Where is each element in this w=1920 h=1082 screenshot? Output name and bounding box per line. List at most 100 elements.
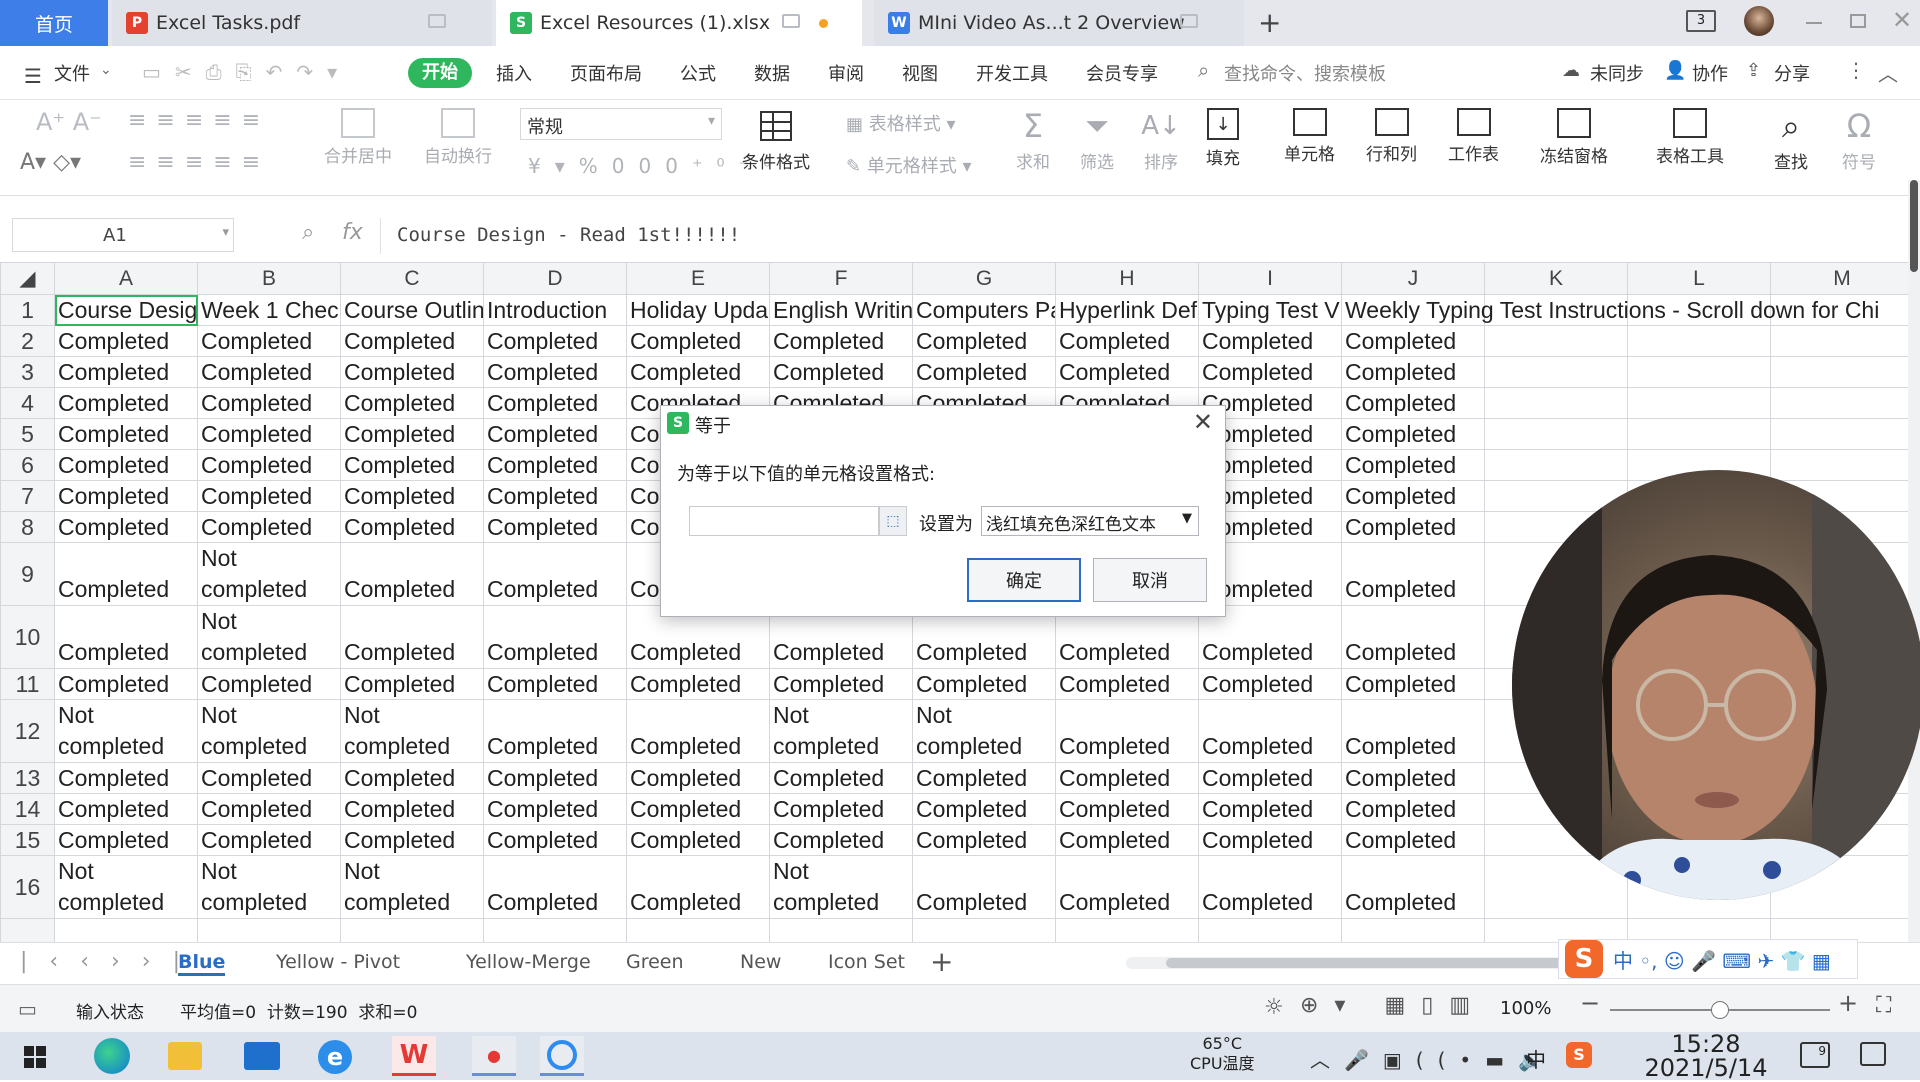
zoom-in-button[interactable]: + (1838, 989, 1858, 1017)
cell-f1[interactable]: English Writin (769, 294, 913, 326)
cell-g13[interactable]: Completed (912, 762, 1056, 794)
cell-d14[interactable]: Completed (483, 793, 627, 825)
align-controls[interactable]: ≡≡≡≡≡ (128, 108, 270, 133)
cell-b1[interactable]: Week 1 Chec (197, 294, 341, 326)
cell-b7[interactable]: Completed (197, 480, 341, 512)
row-header[interactable]: 6 (0, 449, 55, 481)
sheet-tab-green[interactable]: Green (626, 951, 684, 973)
ok-button[interactable]: 确定 (967, 558, 1081, 602)
cell-j17[interactable] (1341, 918, 1485, 942)
cell-d6[interactable]: Completed (483, 449, 627, 481)
menu-formulas[interactable]: 公式 (680, 60, 716, 86)
collab-button[interactable]: 协作 (1692, 60, 1728, 86)
hamburger-icon[interactable]: ☰ (24, 64, 42, 88)
sheet-tab-yellow-pivot[interactable]: Yellow - Pivot (276, 951, 400, 973)
cell-j14[interactable]: Completed (1341, 793, 1485, 825)
name-box[interactable]: A1 ▾ (12, 218, 234, 252)
row-header[interactable]: 8 (0, 511, 55, 543)
cell-a15[interactable]: Completed (54, 824, 198, 856)
font-color-icon[interactable]: A▾ ◇▾ (20, 150, 81, 175)
cell-g16[interactable]: Completed (912, 855, 1056, 919)
cell-d17[interactable] (483, 918, 627, 942)
cell-a4[interactable]: Completed (54, 387, 198, 419)
cell-f12[interactable]: Not completed (769, 699, 913, 763)
cell-j5[interactable]: Completed (1341, 418, 1485, 450)
cell-j10[interactable]: Completed (1341, 605, 1485, 669)
cell-b17[interactable]: Not (197, 918, 341, 942)
rows-cols-button[interactable]: 行和列 (1366, 108, 1417, 165)
cell-j12[interactable]: Completed (1341, 699, 1485, 763)
cell-c14[interactable]: Completed (340, 793, 484, 825)
cell-f17[interactable] (769, 918, 913, 942)
cell-c10[interactable]: Completed (340, 605, 484, 669)
table-tools-button[interactable]: 表格工具 (1656, 108, 1724, 167)
cell-f11[interactable]: Completed (769, 668, 913, 700)
menu-review[interactable]: 审阅 (828, 60, 864, 86)
cell-b10[interactable]: Not completed (197, 605, 341, 669)
cell-b15[interactable]: Completed (197, 824, 341, 856)
row-header[interactable]: 14 (0, 793, 55, 825)
cell-m5[interactable] (1770, 418, 1910, 450)
cell-d3[interactable]: Completed (483, 356, 627, 388)
cell-b6[interactable]: Completed (197, 449, 341, 481)
cell-l4[interactable] (1627, 387, 1771, 419)
cell-c17[interactable] (340, 918, 484, 942)
tab-home[interactable]: 首页 (0, 0, 108, 46)
zoom-out-button[interactable]: − (1580, 989, 1600, 1017)
cell-a10[interactable]: Completed (54, 605, 198, 669)
cell-i1[interactable]: Typing Test V (1198, 294, 1342, 326)
cell-c9[interactable]: Completed (340, 542, 484, 606)
scroll-thumb[interactable] (1910, 180, 1918, 272)
mail-icon[interactable] (244, 1042, 280, 1070)
cell-h12[interactable]: Completed (1055, 699, 1199, 763)
cell-d8[interactable]: Completed (483, 511, 627, 543)
menu-data[interactable]: 数据 (754, 60, 790, 86)
column-header-m[interactable]: M (1770, 262, 1910, 295)
sheet-nav-buttons[interactable]: |‹‹››| (20, 949, 202, 974)
cell-b14[interactable]: Completed (197, 793, 341, 825)
cell-f14[interactable]: Completed (769, 793, 913, 825)
row-header[interactable]: 16 (0, 855, 55, 919)
row-header[interactable]: 5 (0, 418, 55, 450)
format-style-select[interactable]: 浅红填充色深红色文本 ▼ (981, 506, 1199, 536)
cell-g1[interactable]: Computers Pa (912, 294, 1056, 326)
cell-j11[interactable]: Completed (1341, 668, 1485, 700)
cell-b5[interactable]: Completed (197, 418, 341, 450)
cell-d2[interactable]: Completed (483, 325, 627, 357)
cell-d1[interactable]: Introduction (483, 294, 627, 326)
windows-start-icon[interactable] (24, 1046, 46, 1072)
cell-e2[interactable]: Completed (626, 325, 770, 357)
cell-h16[interactable]: Completed (1055, 855, 1199, 919)
row-header[interactable]: 12 (0, 699, 55, 763)
tab-excel-tasks-pdf[interactable]: P Excel Tasks.pdf (112, 0, 492, 46)
cell-g17[interactable] (912, 918, 1056, 942)
cell-j13[interactable]: Completed (1341, 762, 1485, 794)
cell-c11[interactable]: Completed (340, 668, 484, 700)
cell-h3[interactable]: Completed (1055, 356, 1199, 388)
cell-h13[interactable]: Completed (1055, 762, 1199, 794)
cell-c16[interactable]: Not completed (340, 855, 484, 919)
symbol-button[interactable]: Ω 符号 (1840, 107, 1878, 173)
cell-a2[interactable]: Completed (54, 325, 198, 357)
cell-f13[interactable]: Completed (769, 762, 913, 794)
cell-h14[interactable]: Completed (1055, 793, 1199, 825)
tab-excel-resources[interactable]: S Excel Resources (1).xlsx (496, 0, 862, 46)
cell-i2[interactable]: Completed (1198, 325, 1342, 357)
row-header[interactable]: 13 (0, 762, 55, 794)
cell-c6[interactable]: Completed (340, 449, 484, 481)
cell-k2[interactable] (1484, 325, 1628, 357)
new-tab-button[interactable]: + (1258, 6, 1281, 39)
cell-i3[interactable]: Completed (1198, 356, 1342, 388)
cell-j16[interactable]: Completed (1341, 855, 1485, 919)
cell-c15[interactable]: Completed (340, 824, 484, 856)
row-header[interactable]: 9 (0, 542, 55, 606)
cell-i14[interactable]: Completed (1198, 793, 1342, 825)
cell-g3[interactable]: Completed (912, 356, 1056, 388)
cell-e12[interactable]: Completed (626, 699, 770, 763)
fx-icon[interactable]: fx (342, 220, 363, 245)
ie-icon[interactable]: e (318, 1040, 352, 1074)
cell-j15[interactable]: Completed (1341, 824, 1485, 856)
zoom-slider[interactable] (1610, 1001, 1830, 1019)
cell-e17[interactable]: Not (626, 918, 770, 942)
cell-a12[interactable]: Not completed (54, 699, 198, 763)
